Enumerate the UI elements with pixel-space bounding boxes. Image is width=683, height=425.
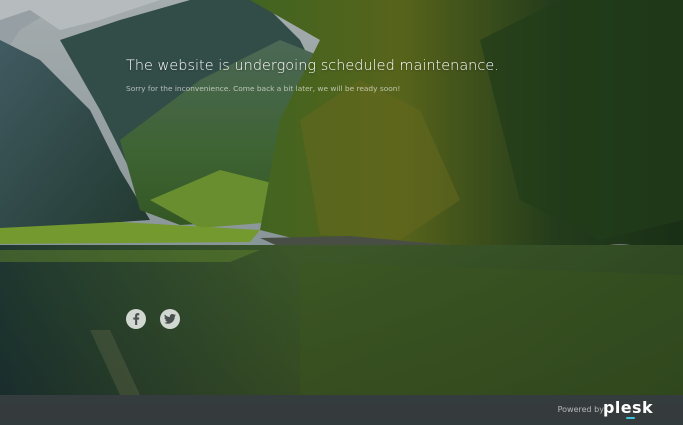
footer-bar: Powered by plesk xyxy=(0,395,683,425)
twitter-icon[interactable] xyxy=(160,309,180,329)
facebook-glyph xyxy=(133,313,140,325)
maintenance-message: The website is undergoing scheduled main… xyxy=(126,58,586,93)
plesk-logo-accent xyxy=(626,417,635,419)
twitter-glyph xyxy=(164,314,176,324)
powered-by-label: Powered by xyxy=(557,405,604,414)
social-links xyxy=(126,309,180,329)
plesk-logo[interactable]: plesk xyxy=(603,398,653,417)
page-title: The website is undergoing scheduled main… xyxy=(126,58,499,74)
page-subtitle: Sorry for the inconvenience. Come back a… xyxy=(126,84,401,93)
facebook-icon[interactable] xyxy=(126,309,146,329)
